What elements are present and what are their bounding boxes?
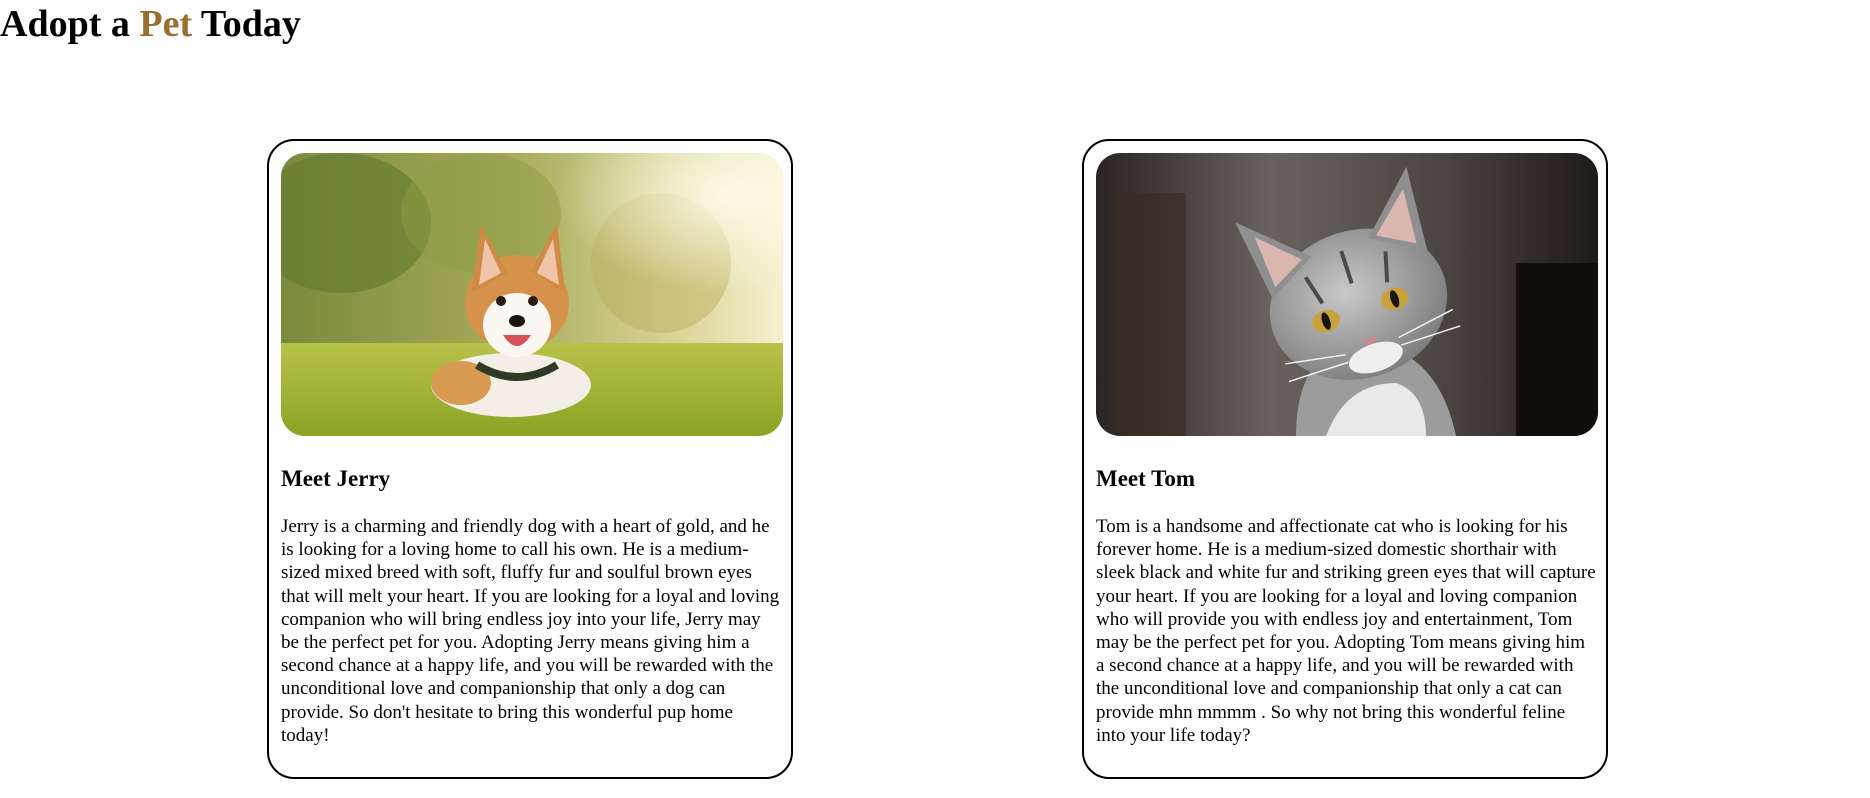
tom-description: Tom is a handsome and affectionate cat w…: [1096, 516, 1596, 746]
tom-photo: [1096, 153, 1598, 436]
pet-card-jerry: Meet Jerry Jerry is a charming and frien…: [267, 139, 793, 779]
jerry-description: Jerry is a charming and friendly dog wit…: [281, 516, 780, 746]
jerry-heading: Meet Jerry: [281, 466, 391, 491]
page-title-accent: Pet: [139, 3, 193, 45]
page-title-start: Adopt a: [0, 3, 140, 45]
pet-card-tom: Meet Tom Tom is a handsome and affection…: [1082, 139, 1608, 779]
jerry-photo: [281, 153, 783, 436]
page-title-end: Today: [192, 3, 301, 45]
tom-heading: Meet Tom: [1096, 466, 1196, 491]
page-title: Adopt a Pet Today: [0, 3, 301, 46]
